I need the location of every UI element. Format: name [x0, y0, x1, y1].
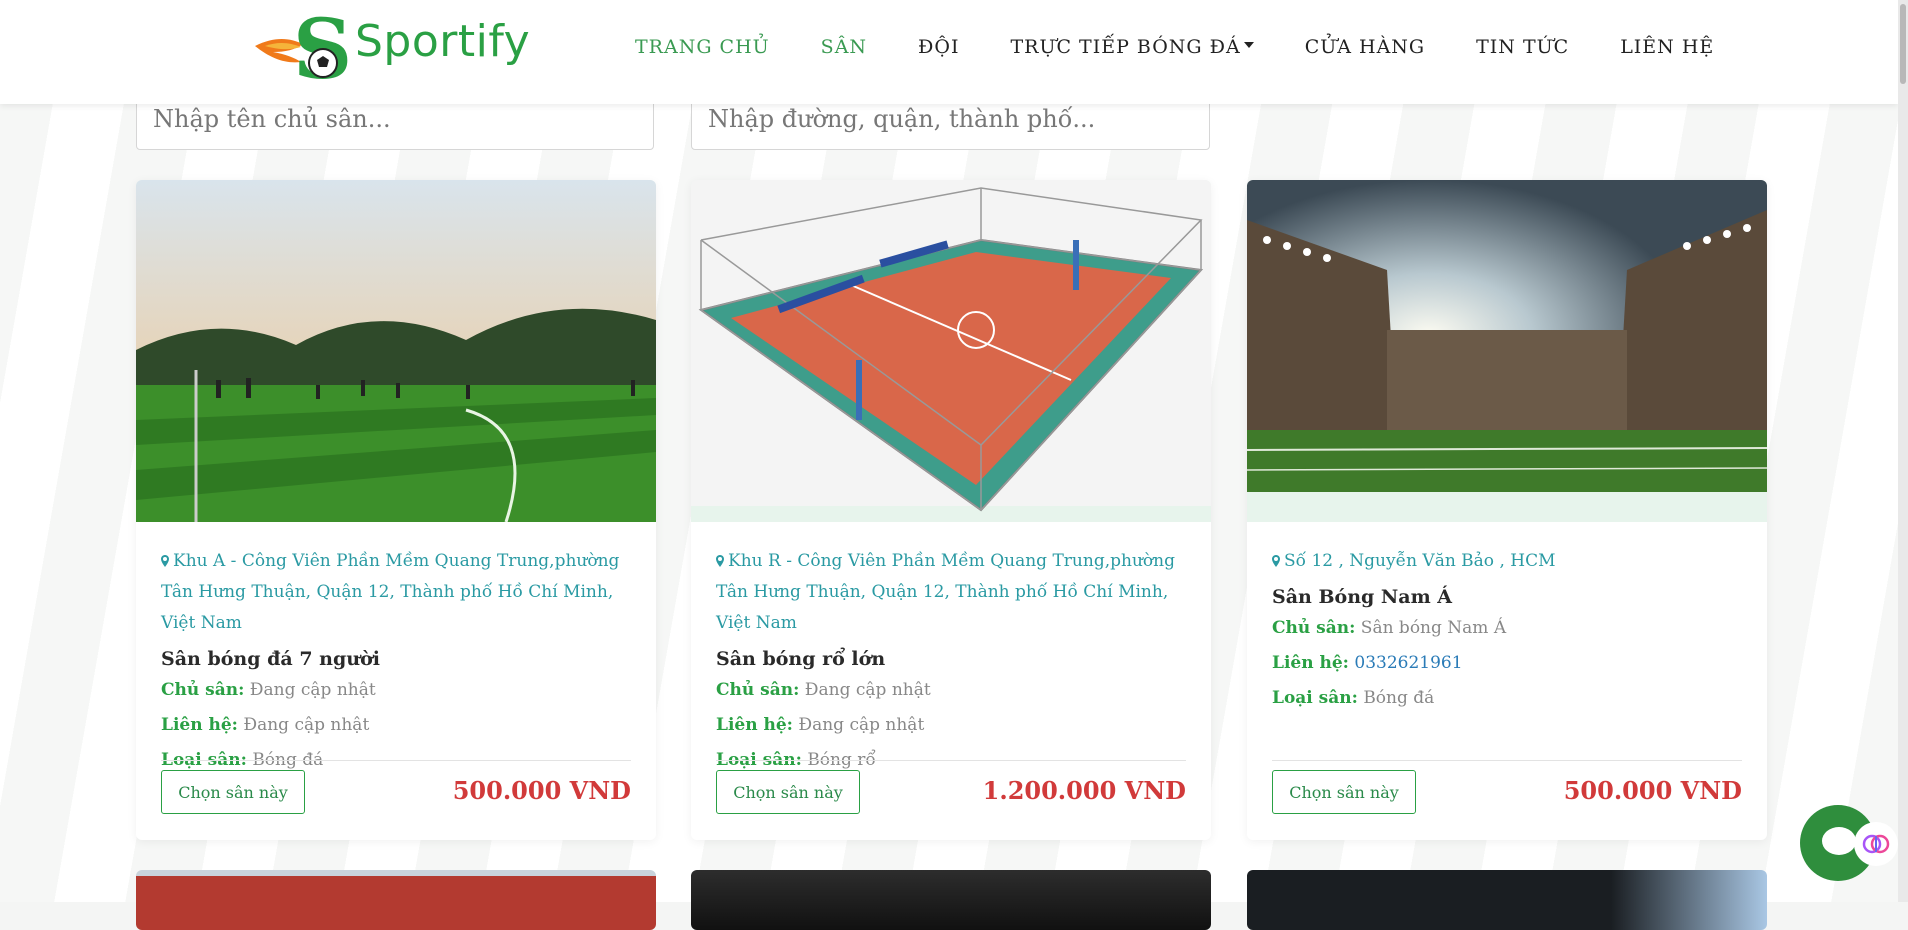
nav-store[interactable]: CỬA HÀNG — [1305, 36, 1425, 58]
owner-value: Đang cập nhật — [249, 680, 376, 700]
owner-value: Đang cập nhật — [804, 680, 931, 700]
field-card-body: Số 12 , Nguyễn Văn Bảo , HCM Sân Bóng Na… — [1272, 546, 1742, 716]
main-nav: TRANG CHỦ SÂN ĐỘI TRỰC TIẾP BÓNG ĐÁ CỬA … — [635, 36, 1765, 58]
contact-label: Liên hệ: — [161, 715, 238, 735]
card-divider — [161, 760, 631, 761]
field-image-basketball — [691, 180, 1211, 522]
owner-label: Chủ sân: — [161, 680, 245, 700]
caret-down-icon — [1243, 42, 1254, 48]
type-label: Loại sân: — [1272, 688, 1358, 708]
contact-label: Liên hệ: — [716, 715, 793, 735]
field-card-partial — [1247, 870, 1767, 930]
field-price: 500.000 VND — [452, 776, 631, 805]
field-owner-row: Chủ sân: Sân bóng Nam Á — [1272, 611, 1742, 646]
nav-contact[interactable]: LIÊN HỆ — [1620, 36, 1714, 58]
field-card: Số 12 , Nguyễn Văn Bảo , HCM Sân Bóng Na… — [1247, 180, 1767, 840]
field-card-body: Khu A - Công Viên Phần Mềm Quang Trung,p… — [161, 546, 631, 778]
field-location: Khu R - Công Viên Phần Mềm Quang Trung,p… — [716, 546, 1186, 639]
chat-bubble-icon — [1822, 827, 1856, 855]
choose-field-button[interactable]: Chọn sân này — [1272, 770, 1416, 814]
field-card-body: Khu R - Công Viên Phần Mềm Quang Trung,p… — [716, 546, 1186, 778]
field-card: Khu R - Công Viên Phần Mềm Quang Trung,p… — [691, 180, 1211, 840]
map-pin-icon — [1272, 555, 1280, 567]
nav-home[interactable]: TRANG CHỦ — [635, 36, 770, 58]
owner-label: Chủ sân: — [716, 680, 800, 700]
field-name: Sân Bóng Nam Á — [1272, 586, 1453, 608]
brain-icon — [1862, 834, 1890, 854]
contact-phone-link[interactable]: 0332621961 — [1354, 653, 1462, 673]
field-location: Khu A - Công Viên Phần Mềm Quang Trung,p… — [161, 546, 631, 639]
map-pin-icon — [716, 555, 724, 567]
field-contact-row: Liên hệ: 0332621961 — [1272, 646, 1742, 681]
field-image-football — [136, 180, 656, 522]
field-contact-row: Liên hệ: Đang cập nhật — [161, 708, 631, 743]
owner-label: Chủ sân: — [1272, 618, 1356, 638]
nav-fields[interactable]: SÂN — [821, 36, 867, 58]
field-contact-row: Liên hệ: Đang cập nhật — [716, 708, 1186, 743]
card-divider — [1272, 760, 1742, 761]
field-image-stadium — [1247, 180, 1767, 522]
nav-live-football[interactable]: TRỰC TIẾP BÓNG ĐÁ — [1010, 36, 1254, 58]
field-card: Khu A - Công Viên Phần Mềm Quang Trung,p… — [136, 180, 656, 840]
field-location-text: Khu A - Công Viên Phần Mềm Quang Trung,p… — [161, 551, 620, 633]
field-card-partial — [691, 870, 1211, 930]
field-owner-row: Chủ sân: Đang cập nhật — [716, 673, 1186, 708]
nav-news[interactable]: TIN TỨC — [1476, 36, 1569, 58]
field-location-text: Khu R - Công Viên Phần Mềm Quang Trung,p… — [716, 551, 1175, 633]
choose-field-button[interactable]: Chọn sân này — [716, 770, 860, 814]
page-scrollbar[interactable] — [1898, 0, 1908, 902]
contact-value: Đang cập nhật — [798, 715, 925, 735]
field-owner-row: Chủ sân: Đang cập nhật — [161, 673, 631, 708]
owner-value: Sân bóng Nam Á — [1360, 618, 1507, 638]
field-card-partial — [136, 870, 656, 930]
map-pin-icon — [161, 555, 169, 567]
nav-live-football-label: TRỰC TIẾP BÓNG ĐÁ — [1010, 36, 1241, 58]
choose-field-button[interactable]: Chọn sân này — [161, 770, 305, 814]
field-type-row: Loại sân: Bóng đá — [1272, 681, 1742, 716]
contact-value: Đang cập nhật — [243, 715, 370, 735]
ai-brain-icon[interactable] — [1854, 822, 1898, 866]
field-location-text: Số 12 , Nguyễn Văn Bảo , HCM — [1284, 551, 1556, 571]
card-divider — [716, 760, 1186, 761]
top-navbar: S Sportify TRANG CHỦ SÂN ĐỘI TRỰC TIẾP B… — [0, 0, 1898, 104]
field-price: 500.000 VND — [1563, 776, 1742, 805]
field-name: Sân bóng rổ lớn — [716, 648, 886, 670]
contact-label: Liên hệ: — [1272, 653, 1349, 673]
nav-teams[interactable]: ĐỘI — [918, 36, 959, 58]
brand-name[interactable]: Sportify — [355, 16, 530, 67]
type-value: Bóng đá — [1363, 688, 1435, 708]
field-name: Sân bóng đá 7 người — [161, 648, 380, 670]
field-price: 1.200.000 VND — [982, 776, 1186, 805]
field-location: Số 12 , Nguyễn Văn Bảo , HCM — [1272, 546, 1742, 577]
scrollbar-thumb[interactable] — [1900, 4, 1906, 84]
